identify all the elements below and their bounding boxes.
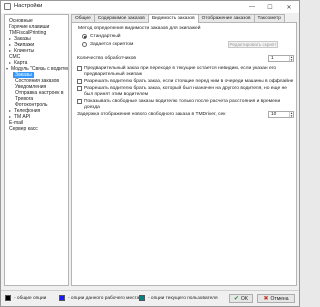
checkbox-assigned-other-label: Разрешать водителю брать заказ, который …	[84, 86, 287, 97]
tree-item[interactable]: Сервер касс	[9, 126, 38, 132]
tab[interactable]: Общие	[71, 14, 95, 22]
handlers-spinner[interactable]: 1 ▲ ▼	[268, 55, 294, 62]
method-label: Метод определения видимости заказов для …	[78, 26, 201, 31]
legend-common-label: - общие опции	[14, 296, 47, 301]
status-bar: - общие опции - опции данного рабочего м…	[1, 290, 299, 306]
radio-script[interactable]	[82, 42, 87, 47]
delay-label: Задержка отображения нового свободного з…	[77, 112, 226, 117]
collapse-icon[interactable]: ▾	[6, 66, 10, 72]
close-button[interactable]: ✕	[282, 2, 296, 12]
maximize-button[interactable]: ☐	[263, 2, 277, 12]
title-bar: Настройки — ☐ ✕	[1, 1, 299, 13]
minimize-button[interactable]: —	[245, 2, 259, 12]
tab[interactable]: Видимость заказов	[147, 14, 199, 23]
legend-workplace-swatch	[59, 295, 65, 301]
ok-check-icon: ✔	[233, 296, 239, 302]
spinner-arrows-icon[interactable]: ▲ ▼	[289, 112, 293, 118]
tree-item-label: Сервер касс	[9, 126, 38, 132]
window-title: Настройки	[14, 3, 43, 9]
settings-content: Общие Содержимое заказов Видимость заказов…	[71, 14, 297, 286]
radio-standard[interactable]	[82, 34, 87, 39]
ok-label: OK	[240, 295, 249, 302]
settings-window: Настройки — ☐ ✕ Основные Горячие клавиши T…	[0, 0, 300, 307]
checkbox-assigned-other[interactable]	[77, 86, 82, 91]
handlers-label: Количество обработчиков	[77, 56, 137, 61]
tab[interactable]: Таксометр	[253, 14, 285, 22]
checkbox-distance-calc[interactable]	[77, 99, 82, 104]
tab-panel-orders-visibility: Метод определения видимости заказов для …	[71, 22, 297, 286]
cancel-button[interactable]: ✖ Отмена	[257, 294, 295, 303]
handlers-value: 1	[271, 56, 274, 61]
cancel-x-icon: ✖	[263, 296, 269, 302]
delay-value: 10	[271, 112, 277, 117]
ok-button[interactable]: ✔ OK	[229, 294, 253, 303]
tab-strip: Общие Содержимое заказов Видимость заказов…	[71, 14, 285, 23]
legend-workplace-label: - опции данного рабочего места	[68, 296, 140, 301]
app-icon	[4, 3, 11, 10]
tab[interactable]: Содержимое заказов	[93, 14, 149, 22]
checkbox-prelim-invisible-label: Предварительный заказ при переходе в тек…	[84, 66, 277, 77]
radio-script-label: Задается скриптом	[90, 42, 134, 47]
settings-tree[interactable]: Основные Горячие клавиши TMFiscalPrinting ▸…	[4, 14, 69, 286]
spinner-arrows-icon[interactable]: ▲ ▼	[289, 56, 293, 62]
checkbox-distance-calc-label: Показывать свободные заказы водителю тол…	[84, 99, 281, 110]
checkbox-offline-queue[interactable]	[77, 79, 82, 84]
radio-standard-label: Стандартный	[90, 34, 121, 39]
legend-user-label: - опции текущего пользователя	[148, 296, 218, 301]
checkbox-prelim-invisible[interactable]	[77, 66, 82, 71]
legend-user-swatch	[139, 295, 145, 301]
tab[interactable]: Отображение заказов	[197, 14, 255, 22]
cancel-label: Отмена	[270, 295, 289, 302]
legend-common-swatch	[5, 295, 11, 301]
checkbox-offline-queue-label: Разрешать водителю брать заказ, если сто…	[84, 79, 294, 84]
delay-spinner[interactable]: 10 ▲ ▼	[268, 111, 294, 118]
edit-script-button[interactable]: Редактировать скрипт	[228, 41, 278, 48]
